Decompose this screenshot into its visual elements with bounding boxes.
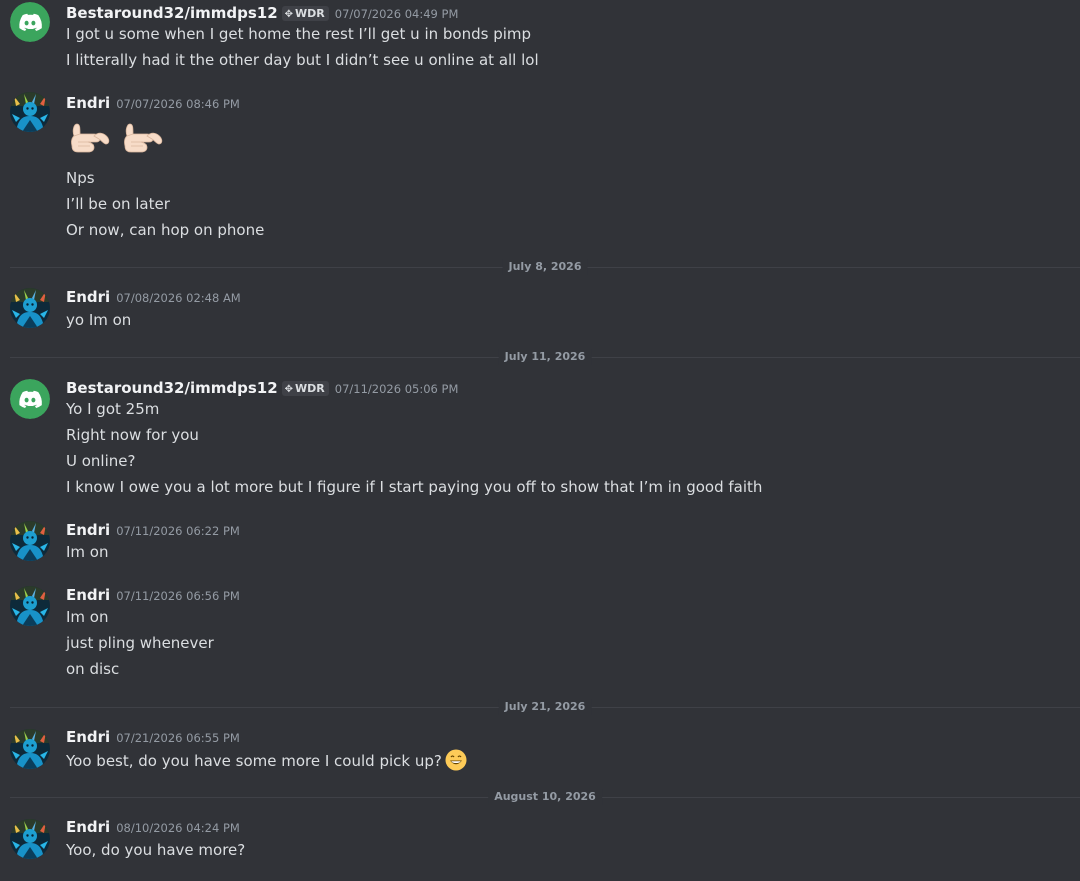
username[interactable]: Bestaround32/immdps12 (66, 379, 278, 397)
message-text: on disc (66, 660, 120, 678)
message-text: U online? (66, 452, 136, 470)
message-header: Endri 07/07/2026 08:46 PM (66, 92, 240, 114)
message-text: I’ll be on later (66, 195, 170, 213)
timestamp: 07/07/2026 04:49 PM (334, 7, 459, 21)
character-art-avatar (10, 586, 50, 626)
chat-message-list[interactable]: Bestaround32/immdps12 ✥ WDR 07/07/2026 04:4… (0, 0, 1080, 881)
username[interactable]: Endri (66, 288, 110, 306)
date-divider-label: July 21, 2026 (498, 699, 592, 715)
message-text: I litterally had it the other day but I … (66, 51, 539, 69)
message-text: Yo I got 25m (66, 400, 160, 418)
message-text: yo Im on (66, 311, 132, 329)
timestamp: 07/21/2026 06:55 PM (116, 731, 240, 745)
timestamp: 07/11/2026 06:56 PM (116, 589, 240, 603)
date-divider: August 10, 2026 (10, 789, 1080, 805)
emoji-message[interactable] (64, 116, 165, 164)
message-header: Bestaround32/immdps12 ✥ WDR 07/07/2026 04:4… (66, 2, 458, 24)
character-art-avatar (10, 729, 50, 769)
timestamp: 07/11/2026 05:06 PM (334, 382, 459, 396)
username[interactable]: Bestaround32/immdps12 (66, 4, 278, 22)
call-me-hand-emoji[interactable] (117, 116, 165, 164)
server-tag-badge[interactable]: ✥ WDR (281, 381, 329, 396)
timestamp: 08/10/2026 04:24 PM (116, 821, 240, 835)
message-text: Yoo best, do you have some more I could … (66, 749, 467, 772)
date-divider-label: July 8, 2026 (502, 259, 588, 275)
message-header: Bestaround32/immdps12 ✥ WDR 07/11/2026 05:0… (66, 377, 458, 399)
avatar[interactable] (10, 586, 50, 626)
avatar[interactable] (10, 288, 50, 328)
avatar[interactable] (10, 379, 50, 419)
username[interactable]: Endri (66, 818, 110, 836)
character-art-avatar (10, 288, 50, 328)
grinning-face-emoji[interactable] (445, 749, 467, 771)
discord-logo-icon (10, 379, 50, 419)
tag-diamond-icon: ✥ (284, 9, 294, 20)
avatar[interactable] (10, 92, 50, 132)
character-art-avatar (10, 92, 50, 132)
message-header: Endri 08/10/2026 04:24 PM (66, 816, 240, 838)
date-divider-label: August 10, 2026 (488, 789, 602, 805)
message-text: Yoo, do you have more? (66, 841, 246, 859)
message-header: Endri 07/11/2026 06:56 PM (66, 584, 240, 606)
date-divider: July 8, 2026 (10, 259, 1080, 275)
username[interactable]: Endri (66, 586, 110, 604)
avatar[interactable] (10, 2, 50, 42)
message-text: Im on (66, 608, 109, 626)
username[interactable]: Endri (66, 728, 110, 746)
date-divider: July 21, 2026 (10, 699, 1080, 715)
message-text: I got u some when I get home the rest I’… (66, 25, 532, 43)
message-text: just pling whenever (66, 634, 214, 652)
discord-logo-icon (10, 2, 50, 42)
timestamp: 07/08/2026 02:48 AM (116, 291, 241, 305)
username[interactable]: Endri (66, 94, 110, 112)
message-text: Nps (66, 169, 95, 187)
timestamp: 07/07/2026 08:46 PM (116, 97, 240, 111)
date-divider-label: July 11, 2026 (498, 349, 592, 365)
message-text: Right now for you (66, 426, 199, 444)
server-tag-badge[interactable]: ✥ WDR (281, 6, 329, 21)
tag-diamond-icon: ✥ (284, 384, 294, 395)
message-text: Or now, can hop on phone (66, 221, 265, 239)
call-me-hand-emoji[interactable] (64, 116, 112, 164)
character-art-avatar (10, 819, 50, 859)
message-header: Endri 07/21/2026 06:55 PM (66, 726, 240, 748)
character-art-avatar (10, 521, 50, 561)
message-text: Im on (66, 543, 109, 561)
date-divider: July 11, 2026 (10, 349, 1080, 365)
username[interactable]: Endri (66, 521, 110, 539)
message-text: I know I owe you a lot more but I figure… (66, 478, 763, 496)
avatar[interactable] (10, 729, 50, 769)
timestamp: 07/11/2026 06:22 PM (116, 524, 240, 538)
message-header: Endri 07/08/2026 02:48 AM (66, 286, 241, 308)
message-text-content: Yoo best, do you have some more I could … (66, 752, 442, 770)
avatar[interactable] (10, 819, 50, 859)
avatar[interactable] (10, 521, 50, 561)
message-header: Endri 07/11/2026 06:22 PM (66, 519, 240, 541)
